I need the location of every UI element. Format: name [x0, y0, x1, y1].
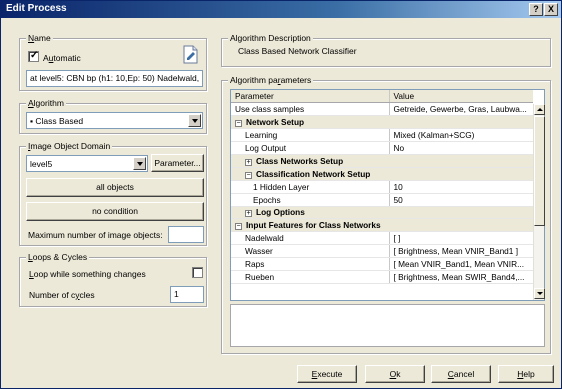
level-dropdown[interactable]: level5: [26, 155, 148, 172]
collapse-icon[interactable]: −: [235, 120, 242, 128]
loop-label: Loop while something changes: [29, 269, 146, 279]
help-title-button[interactable]: ?: [529, 3, 543, 16]
scroll-thumb[interactable]: [534, 116, 545, 226]
loop-checkbox[interactable]: [192, 267, 203, 278]
close-title-button[interactable]: X: [544, 3, 558, 16]
cycles-field[interactable]: 1: [170, 286, 204, 303]
param-category-classification-network-setup[interactable]: − Classification Network Setup: [231, 167, 533, 181]
cancel-button[interactable]: Cancel: [431, 365, 491, 383]
loops-group-title: Loops & Cycles: [26, 252, 90, 262]
automatic-checkbox[interactable]: ✓: [28, 50, 39, 62]
check-mark-icon: ✓: [30, 50, 39, 61]
chevron-down-icon[interactable]: [133, 157, 146, 170]
param-category-log-options[interactable]: + Log Options: [231, 206, 533, 220]
all-objects-button[interactable]: all objects: [26, 178, 204, 197]
max-objects-field[interactable]: [168, 226, 204, 243]
param-row-hidden-layer[interactable]: 1 Hidden Layer 10: [231, 180, 533, 194]
param-row-log-output[interactable]: Log Output No: [231, 141, 533, 155]
algorithm-group-title: Algorithm: [26, 98, 66, 108]
param-row-raps[interactable]: Raps [ Mean VNIR_Band1, Mean VNIR...: [231, 257, 533, 271]
params-group-title: Algorithm parameters: [228, 75, 314, 85]
param-row-use-class-samples[interactable]: Use class samples Getreide, Gewerbe, Gra…: [231, 102, 533, 117]
chevron-down-icon[interactable]: [188, 114, 201, 127]
cycles-label: Number of cycles: [29, 290, 95, 300]
parameters-grid[interactable]: Parameter Value Use class samples Getrei…: [230, 89, 545, 301]
expand-icon[interactable]: +: [245, 210, 252, 218]
process-name-field[interactable]: at level5: CBN bp (h1: 10,Ep: 50) Nadelw…: [26, 70, 203, 87]
param-row-nadelwald[interactable]: Nadelwald [ ]: [231, 231, 533, 246]
algorithm-selected: ▪ Class Based: [30, 116, 84, 126]
ok-button[interactable]: Ok: [365, 365, 425, 383]
execute-button[interactable]: Execute: [297, 365, 357, 383]
max-objects-label: Maximum number of image objects:: [28, 230, 163, 240]
parameter-column-header[interactable]: Parameter: [231, 90, 390, 104]
parameter-button[interactable]: Parameter...: [151, 154, 204, 172]
edit-process-dialog: Edit Process ? X Name ✓ Automatic at lev…: [0, 0, 562, 389]
param-row-learning[interactable]: Learning Mixed (Kalman+SCG): [231, 128, 533, 143]
param-category-class-networks-setup[interactable]: + Class Networks Setup: [231, 154, 533, 168]
algorithm-description-text: Class Based Network Classifier: [238, 46, 357, 56]
param-row-rueben[interactable]: Rueben [ Brightness, Mean SWIR_Band4,...: [231, 270, 533, 284]
name-group-title: Name: [26, 33, 53, 43]
expand-icon[interactable]: +: [245, 158, 252, 166]
domain-group-title: Image Object Domain: [26, 141, 113, 151]
value-column-header[interactable]: Value: [389, 90, 533, 104]
param-row-wasser[interactable]: Wasser [ Brightness, Mean VNIR_Band1 ]: [231, 244, 533, 259]
param-category-input-features[interactable]: − Input Features for Class Networks: [231, 218, 533, 233]
param-category-network-setup[interactable]: − Network Setup: [231, 115, 533, 130]
algorithm-dropdown[interactable]: ▪ Class Based: [26, 112, 203, 129]
grid-header: Parameter Value: [231, 90, 533, 104]
collapse-icon[interactable]: −: [235, 223, 242, 231]
description-group-title: Algorithm Description: [228, 33, 313, 43]
help-button[interactable]: Help: [498, 365, 554, 383]
title-bar[interactable]: Edit Process ? X: [1, 1, 561, 18]
parameters-scrollbar[interactable]: [533, 104, 545, 300]
collapse-icon[interactable]: −: [245, 171, 252, 179]
window-title: Edit Process: [6, 3, 67, 14]
edit-name-icon[interactable]: [182, 45, 199, 64]
automatic-label: Automatic: [43, 53, 81, 63]
no-condition-button[interactable]: no condition: [26, 202, 204, 221]
param-row-epochs[interactable]: Epochs 50: [231, 193, 533, 207]
scroll-up-icon[interactable]: [534, 104, 545, 115]
scroll-down-icon[interactable]: [534, 288, 545, 299]
parameter-description-box: [230, 304, 545, 347]
